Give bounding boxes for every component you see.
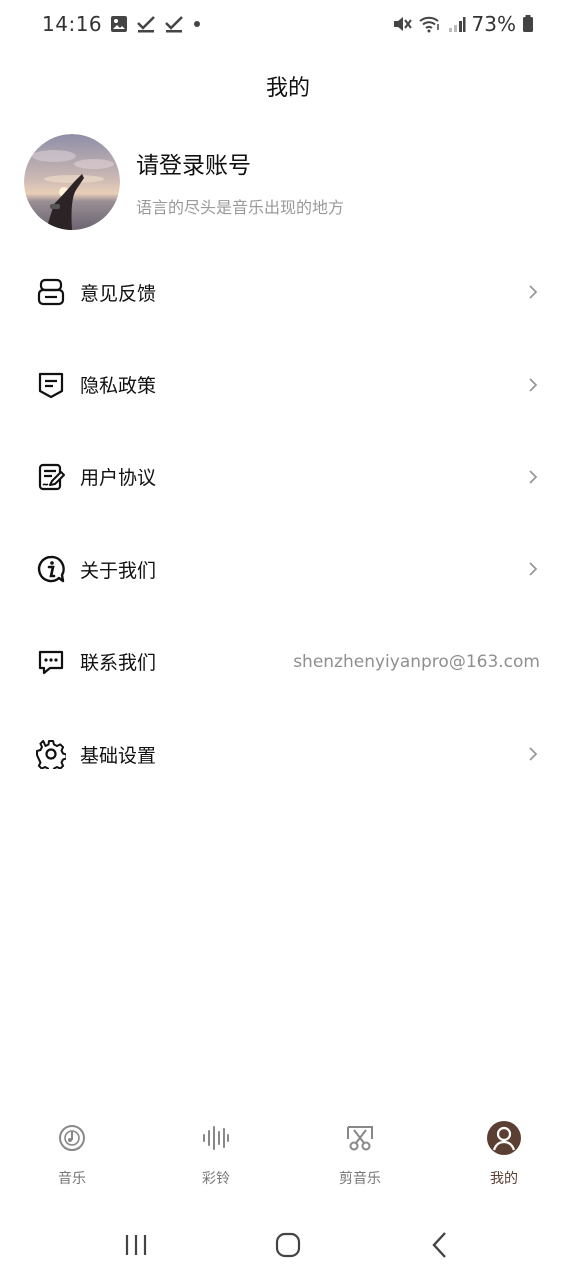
chat-icon	[36, 647, 66, 677]
back-button[interactable]	[410, 1222, 470, 1272]
menu-label-privacy: 隐私政策	[80, 375, 157, 398]
info-icon	[36, 554, 66, 584]
menu-item-settings[interactable]: 基础设置	[0, 708, 576, 800]
contact-email[interactable]: shenzhenyiyanpro@163.com	[293, 652, 540, 672]
profile-slogan: 语言的尽头是音乐出现的地方	[136, 198, 345, 217]
check-notification-icon	[136, 15, 156, 33]
chevron-right-icon	[526, 376, 540, 394]
menu-label-contact: 联系我们	[80, 652, 157, 675]
tab-music[interactable]: 音乐	[0, 1112, 144, 1198]
waveform-icon	[198, 1120, 234, 1156]
check-notification-icon-2	[164, 15, 184, 33]
user-icon	[486, 1120, 522, 1156]
agreement-icon	[36, 462, 66, 492]
login-prompt[interactable]: 请登录账号	[136, 146, 344, 180]
status-left: 14:16	[42, 12, 202, 36]
home-icon	[275, 1232, 301, 1262]
menu-label-agreement: 用户协议	[80, 467, 157, 490]
wifi-icon	[418, 15, 442, 33]
chevron-right-icon	[526, 283, 540, 301]
menu-item-contact[interactable]: 联系我们 shenzhenyiyanpro@163.com	[0, 616, 576, 708]
menu-label-about: 关于我们	[80, 559, 157, 582]
status-bar: 14:16 73%	[0, 0, 576, 48]
page-title: 我的	[265, 76, 310, 101]
tab-mine[interactable]: 我的	[432, 1112, 576, 1198]
more-notifications-dot-icon	[192, 19, 202, 29]
menu-item-feedback[interactable]: 意见反馈	[0, 246, 576, 338]
chevron-right-icon	[526, 560, 540, 578]
avatar[interactable]	[24, 134, 120, 230]
menu-item-privacy[interactable]: 隐私政策	[0, 338, 576, 430]
profile-text: 请登录账号 语言的尽头是音乐出现的地方	[136, 146, 344, 218]
menu-item-agreement[interactable]: 用户协议	[0, 431, 576, 523]
profile-card[interactable]: 请登录账号 语言的尽头是音乐出现的地方	[24, 134, 544, 230]
system-nav-bar	[0, 1214, 576, 1280]
menu-label-feedback: 意见反馈	[80, 282, 157, 305]
menu-label-settings: 基础设置	[80, 744, 157, 767]
recent-apps-button[interactable]	[106, 1222, 166, 1272]
feedback-icon	[36, 277, 66, 307]
recent-apps-icon	[123, 1233, 149, 1261]
tab-label-cut-music: 剪音乐	[339, 1171, 381, 1187]
bottom-tab-bar: 音乐 彩铃 剪音乐 我的	[0, 1112, 576, 1198]
tab-label-ringtone: 彩铃	[202, 1171, 230, 1187]
tab-label-music: 音乐	[58, 1171, 86, 1187]
privacy-icon	[36, 370, 66, 400]
screen: 14:16 73% 我的 请登录账号 语言的尽头是音乐出现的地方 意见反馈 隐私…	[0, 0, 576, 1280]
status-right: 73%	[392, 12, 534, 36]
tab-ringtone[interactable]: 彩铃	[144, 1112, 288, 1198]
tab-label-mine: 我的	[490, 1171, 518, 1187]
battery-percentage: 73%	[471, 12, 516, 36]
gear-icon	[36, 739, 66, 770]
settings-menu: 意见反馈 隐私政策 用户协议 关于我们 联系我们 shenzhenyiyanpr…	[0, 246, 576, 800]
menu-item-about[interactable]: 关于我们	[0, 523, 576, 615]
music-disc-icon	[54, 1120, 90, 1156]
signal-icon	[448, 15, 466, 33]
mute-icon	[392, 15, 412, 33]
chevron-right-icon	[526, 468, 540, 486]
status-time: 14:16	[42, 12, 103, 36]
battery-icon	[522, 15, 534, 33]
tab-cut-music[interactable]: 剪音乐	[288, 1112, 432, 1198]
gallery-notification-icon	[110, 15, 128, 33]
chevron-right-icon	[526, 745, 540, 763]
scissors-icon	[342, 1120, 378, 1156]
home-button[interactable]	[258, 1222, 318, 1272]
back-icon	[431, 1231, 449, 1263]
